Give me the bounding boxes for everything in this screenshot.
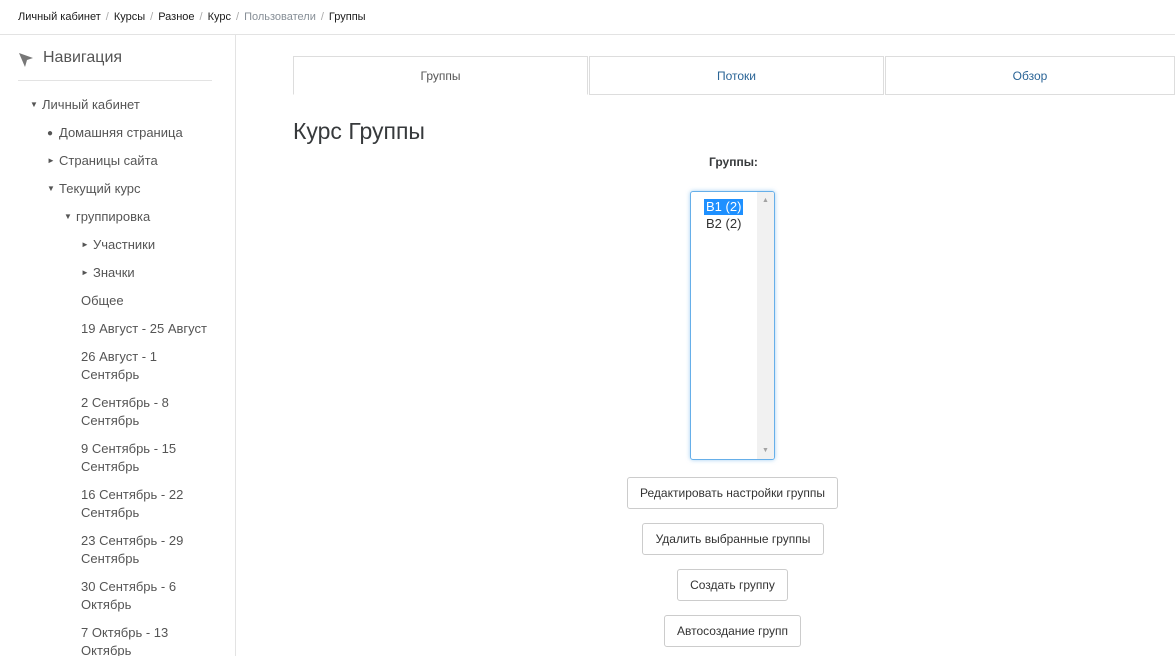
collapsed-arrow-icon: ►: [47, 156, 55, 165]
nav-item-week[interactable]: 19 Август - 25 Август: [81, 320, 207, 338]
nav-item-label: Текущий курс: [59, 181, 141, 196]
breadcrumb-course[interactable]: Курс: [208, 11, 231, 23]
nav-item-week[interactable]: 9 Сентябрь - 15 Сентябрь: [81, 440, 216, 476]
nav-item-label: Домашняя страница: [59, 125, 183, 140]
expanded-arrow-icon: ▼: [47, 184, 55, 193]
nav-item-participants[interactable]: ► Участники: [81, 236, 155, 254]
nav-item-label: группировка: [76, 209, 151, 224]
scroll-up-arrow-icon[interactable]: ▲: [757, 192, 774, 209]
breadcrumb-separator: /: [320, 11, 324, 23]
auto-create-groups-button[interactable]: Автосоздание групп: [664, 615, 801, 647]
breadcrumb-separator: /: [150, 11, 154, 23]
nav-item-site-pages[interactable]: ► Страницы сайта: [47, 152, 158, 170]
nav-item-week[interactable]: 23 Сентябрь - 29 Сентябрь: [81, 532, 216, 568]
breadcrumb-separator: /: [236, 11, 240, 23]
navigation-arrow-icon: [19, 53, 33, 67]
expanded-arrow-icon: ▼: [30, 100, 38, 109]
nav-item-week[interactable]: 2 Сентябрь - 8 Сентябрь: [81, 394, 216, 430]
delete-selected-groups-button[interactable]: Удалить выбранные группы: [642, 523, 824, 555]
expanded-arrow-icon: ▼: [64, 212, 72, 221]
collapsed-arrow-icon: ►: [81, 240, 89, 249]
nav-item-label: Значки: [93, 265, 135, 280]
collapsed-arrow-icon: ►: [81, 268, 89, 277]
nav-item-dashboard[interactable]: ▼ Личный кабинет: [30, 96, 140, 114]
nav-item-home[interactable]: ● Домашняя страница: [47, 124, 183, 143]
nav-item-week[interactable]: 26 Август - 1 Сентябрь: [81, 348, 216, 384]
create-group-button[interactable]: Создать группу: [677, 569, 788, 601]
breadcrumb-courses[interactable]: Курсы: [114, 11, 145, 23]
group-option[interactable]: B1 (2): [704, 199, 744, 215]
tab-overview[interactable]: Обзор: [885, 56, 1175, 95]
nav-item-label: Страницы сайта: [59, 153, 158, 168]
breadcrumb-groups[interactable]: Группы: [329, 11, 366, 23]
group-option[interactable]: B2 (2): [704, 216, 743, 232]
nav-item-grouping[interactable]: ▼ группировка: [64, 208, 150, 226]
listbox-scrollbar[interactable]: ▲ ▼: [757, 192, 774, 459]
breadcrumb-dashboard[interactable]: Личный кабинет: [18, 11, 101, 23]
navigation-block: Навигация ▼ Личный кабинет ● Домашняя стра…: [0, 35, 236, 656]
tab-groups[interactable]: Группы: [293, 56, 588, 95]
nav-item-badges[interactable]: ► Значки: [81, 264, 135, 282]
nav-item-week[interactable]: 30 Сентябрь - 6 Октябрь: [81, 578, 216, 614]
nav-item-label: Участники: [93, 237, 156, 252]
nav-item-current-course[interactable]: ▼ Текущий курс: [47, 180, 141, 198]
breadcrumb-misc[interactable]: Разное: [158, 11, 194, 23]
groups-label: Группы:: [709, 155, 758, 169]
breadcrumb-separator: /: [105, 11, 109, 23]
nav-item-week[interactable]: 16 Сентябрь - 22 Сентябрь: [81, 486, 216, 522]
tab-groupings[interactable]: Потоки: [589, 56, 884, 95]
breadcrumb-users: Пользователи: [244, 11, 316, 23]
page-title: Курс Группы: [293, 118, 425, 144]
groups-select[interactable]: B1 (2) B2 (2) ▲ ▼: [690, 191, 775, 460]
nav-item-general[interactable]: Общее: [81, 292, 124, 310]
navigation-header: Навигация: [18, 49, 212, 81]
nav-item-week[interactable]: 7 Октябрь - 13 Октябрь: [81, 624, 216, 656]
edit-group-settings-button[interactable]: Редактировать настройки группы: [627, 477, 838, 509]
navigation-title: Навигация: [43, 49, 123, 66]
nav-item-label: Личный кабинет: [42, 97, 140, 112]
breadcrumb-separator: /: [199, 11, 203, 23]
breadcrumb: Личный кабинет / Курсы / Разное / Курс /…: [0, 0, 1175, 35]
scroll-down-arrow-icon[interactable]: ▼: [757, 442, 774, 459]
bullet-icon: ●: [47, 128, 54, 139]
